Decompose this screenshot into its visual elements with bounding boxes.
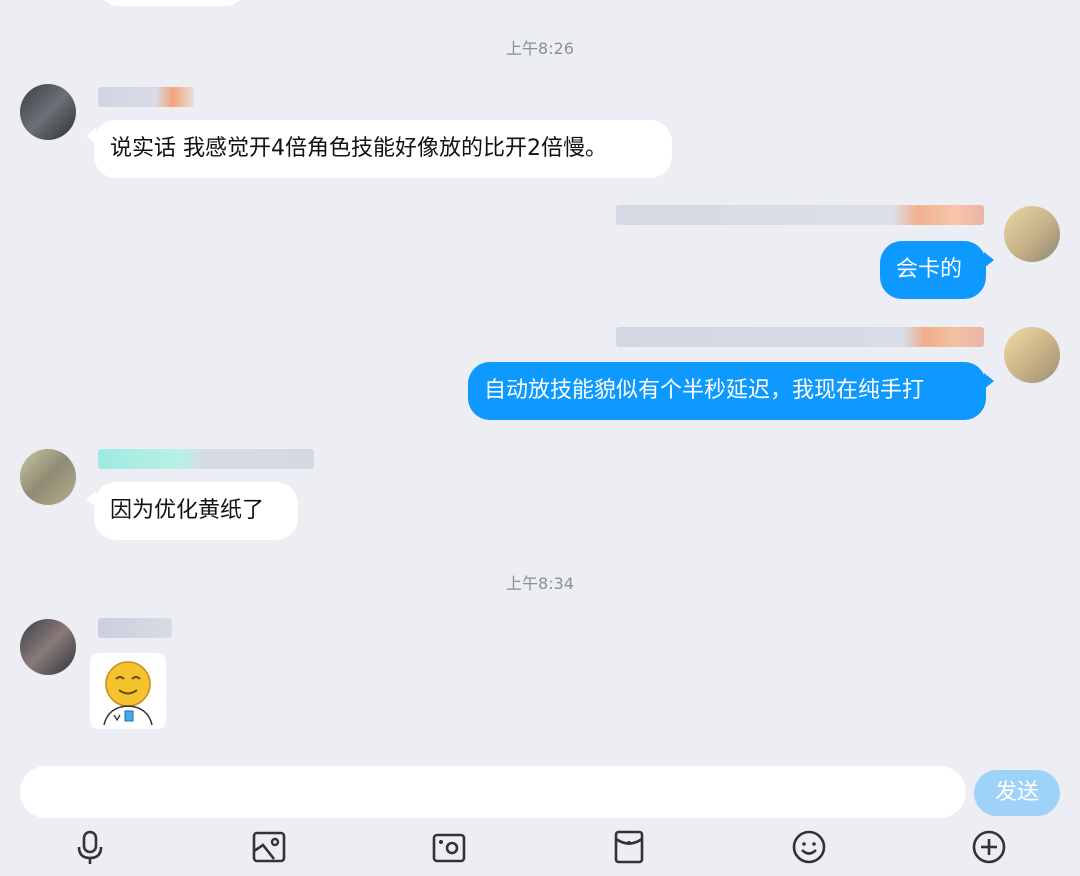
sender-nickname-blurred [616,205,984,225]
bubble-tail [984,252,994,268]
avatar[interactable] [1004,206,1060,262]
red-packet-icon[interactable] [609,827,649,867]
sender-nickname-blurred [98,87,194,107]
message-bubble[interactable]: 自动放技能貌似有个半秒延迟，我现在纯手打 [468,362,986,420]
previous-message-bubble [100,0,244,6]
avatar[interactable] [20,619,76,675]
yellow-face-sticker[interactable] [90,653,166,729]
emoji-icon[interactable] [789,827,829,867]
message-text: 因为优化黄纸了 [110,498,265,523]
message-text: 自动放技能貌似有个半秒延迟，我现在纯手打 [484,378,925,403]
microphone-icon[interactable] [70,827,110,867]
image-icon[interactable] [249,827,289,867]
avatar[interactable] [20,449,76,505]
timestamp: 上午8:26 [506,39,574,58]
timestamp: 上午8:34 [506,574,574,593]
message-bubble[interactable]: 因为优化黄纸了 [94,482,298,540]
sender-nickname-blurred [98,618,172,638]
camera-icon[interactable] [429,827,469,867]
message-bubble[interactable]: 会卡的 [880,241,986,299]
avatar[interactable] [1004,327,1060,383]
message-text: 会卡的 [896,257,963,282]
yellow-face-sticker-image [103,661,153,726]
plus-icon[interactable] [969,827,1009,867]
sender-nickname-blurred [98,449,314,469]
send-button[interactable]: 发送 [974,770,1060,816]
sender-nickname-blurred [616,327,984,347]
bubble-tail [984,373,994,389]
message-bubble[interactable]: 说实话 我感觉开4倍角色技能好像放的比开2倍慢。 [94,120,672,178]
message-input[interactable] [20,766,966,818]
avatar[interactable] [20,84,76,140]
message-text: 说实话 我感觉开4倍角色技能好像放的比开2倍慢。 [110,136,607,161]
